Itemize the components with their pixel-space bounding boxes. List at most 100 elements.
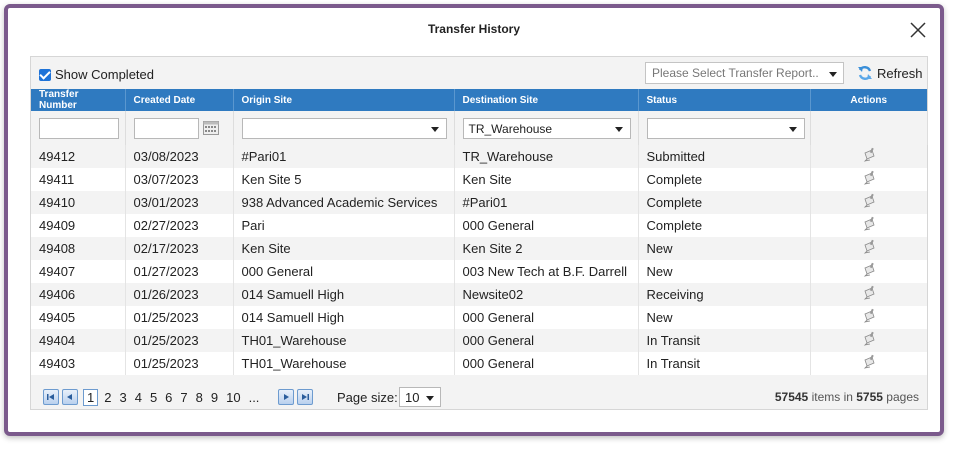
page-link[interactable]: 4 <box>135 390 142 405</box>
transfer-grid: Show Completed Please Select Transfer Re… <box>30 56 928 410</box>
dialog-title: Transfer History <box>427 22 521 36</box>
page-link[interactable]: 3 <box>119 390 126 405</box>
transfer-report-placeholder: Please Select Transfer Report.. <box>652 66 819 80</box>
page-link[interactable]: 5 <box>150 390 157 405</box>
destination-site-cell: 000 General <box>454 214 639 237</box>
origin-site-cell: 000 General <box>233 260 455 283</box>
chevron-down-icon <box>426 396 434 401</box>
actions-cell <box>810 260 927 283</box>
print-report-icon[interactable] <box>861 331 877 347</box>
pager: 1 2 3 4 5 6 7 8 9 10 ... Page size: 10 5… <box>31 383 927 411</box>
destination-site-cell: #Pari01 <box>454 191 639 214</box>
chevron-left-icon <box>67 394 72 400</box>
col-status[interactable]: Status <box>638 89 811 111</box>
prev-page-button[interactable] <box>62 389 78 405</box>
destination-site-cell: 000 General <box>454 306 639 329</box>
table-row[interactable]: 49404 01/25/2023 TH01_Warehouse 000 General… <box>31 329 927 352</box>
status-cell: New <box>638 237 811 260</box>
table-row[interactable]: 49410 03/01/2023 938 Advanced Academic Ser… <box>31 191 927 214</box>
created-date-cell: 03/08/2023 <box>125 145 234 168</box>
table-row[interactable]: 49406 01/26/2023 014 Samuell High Newsite02… <box>31 283 927 306</box>
created-date-filter[interactable] <box>133 117 199 139</box>
table-row[interactable]: 49407 01/27/2023 000 General 003 New Tech a… <box>31 260 927 283</box>
print-report-icon[interactable] <box>861 285 877 301</box>
page-size-select[interactable]: 10 <box>399 387 441 407</box>
actions-cell <box>810 191 927 214</box>
first-page-button[interactable] <box>43 389 59 405</box>
transfer-number-cell: 49407 <box>31 260 126 283</box>
created-date-cell: 02/27/2023 <box>125 214 234 237</box>
calendar-icon[interactable] <box>202 121 219 135</box>
page-link[interactable]: 8 <box>196 390 203 405</box>
refresh-label: Refresh <box>877 65 923 81</box>
table-row[interactable]: 49412 03/08/2023 #Pari01 TR_Warehouse Submit… <box>31 145 927 168</box>
origin-site-cell: TH01_Warehouse <box>233 352 455 375</box>
status-cell: In Transit <box>638 329 811 352</box>
page-current[interactable]: 1 <box>83 389 99 406</box>
refresh-button[interactable]: Refresh <box>857 65 923 81</box>
last-page-button[interactable] <box>297 389 313 405</box>
transfer-number-cell: 49405 <box>31 306 126 329</box>
origin-site-cell: #Pari01 <box>233 145 455 168</box>
actions-cell <box>810 214 927 237</box>
table-row[interactable]: 49409 02/27/2023 Pari 000 General Complete <box>31 214 927 237</box>
table-row[interactable]: 49403 01/25/2023 TH01_Warehouse 000 General… <box>31 352 927 375</box>
col-transfer-number[interactable]: Transfer Number <box>31 89 126 111</box>
status-filter[interactable] <box>646 117 805 139</box>
transfer-number-filter[interactable] <box>39 117 119 139</box>
created-date-cell: 01/25/2023 <box>125 306 234 329</box>
transfer-number-cell: 49403 <box>31 352 126 375</box>
origin-site-cell: Ken Site <box>233 237 455 260</box>
show-completed-checkbox[interactable] <box>39 68 51 81</box>
col-origin-site[interactable]: Origin Site <box>233 89 455 111</box>
page-link[interactable]: ... <box>249 390 260 405</box>
close-icon[interactable] <box>908 20 928 40</box>
page-size-label: Page size: <box>337 390 398 405</box>
col-destination-site[interactable]: Destination Site <box>454 89 639 111</box>
table-row[interactable]: 49411 03/07/2023 Ken Site 5 Ken Site Complet… <box>31 168 927 191</box>
origin-site-filter[interactable] <box>241 117 447 139</box>
created-date-cell: 02/17/2023 <box>125 237 234 260</box>
destination-site-filter[interactable]: TR_Warehouse <box>462 117 631 139</box>
print-report-icon[interactable] <box>861 262 877 278</box>
chevron-down-icon <box>614 126 623 132</box>
pager-info: 57545 items in 5755 pages <box>775 390 919 404</box>
actions-cell <box>810 306 927 329</box>
item-count: 57545 <box>774 390 809 404</box>
created-date-cell: 03/07/2023 <box>125 168 234 191</box>
actions-cell <box>810 237 927 260</box>
transfer-report-select[interactable]: Please Select Transfer Report.. <box>645 62 844 84</box>
next-page-button[interactable] <box>278 389 294 405</box>
status-cell: Complete <box>638 168 811 191</box>
created-date-cell: 01/25/2023 <box>125 352 234 375</box>
print-report-icon[interactable] <box>861 239 877 255</box>
last-page-icon <box>302 394 309 400</box>
print-report-icon[interactable] <box>861 308 877 324</box>
print-report-icon[interactable] <box>861 170 877 186</box>
page-link[interactable]: 10 <box>226 390 240 405</box>
print-report-icon[interactable] <box>861 147 877 163</box>
col-actions: Actions <box>810 89 927 111</box>
page-link[interactable]: 7 <box>180 390 187 405</box>
transfer-number-cell: 49411 <box>31 168 126 191</box>
table-row[interactable]: 49405 01/25/2023 014 Samuell High 000 Gener… <box>31 306 927 329</box>
transfer-number-cell: 49406 <box>31 283 126 306</box>
chevron-right-icon <box>284 394 289 400</box>
print-report-icon[interactable] <box>861 193 877 209</box>
filter-row: TR_Warehouse <box>31 111 928 145</box>
print-report-icon[interactable] <box>861 354 877 370</box>
actions-cell <box>810 283 927 306</box>
status-cell: Complete <box>638 214 811 237</box>
actions-cell <box>810 329 927 352</box>
col-created-date[interactable]: Created Date <box>125 89 234 111</box>
print-report-icon[interactable] <box>861 216 877 232</box>
page-count: 5755 <box>856 390 883 404</box>
transfer-number-cell: 49409 <box>31 214 126 237</box>
destination-site-cell: 000 General <box>454 329 639 352</box>
page-link[interactable]: 2 <box>104 390 111 405</box>
transfer-number-cell: 49410 <box>31 191 126 214</box>
page-link[interactable]: 6 <box>165 390 172 405</box>
show-completed-toggle[interactable]: Show Completed <box>39 67 154 82</box>
table-row[interactable]: 49408 02/17/2023 Ken Site Ken Site 2 New <box>31 237 927 260</box>
page-link[interactable]: 9 <box>211 390 218 405</box>
